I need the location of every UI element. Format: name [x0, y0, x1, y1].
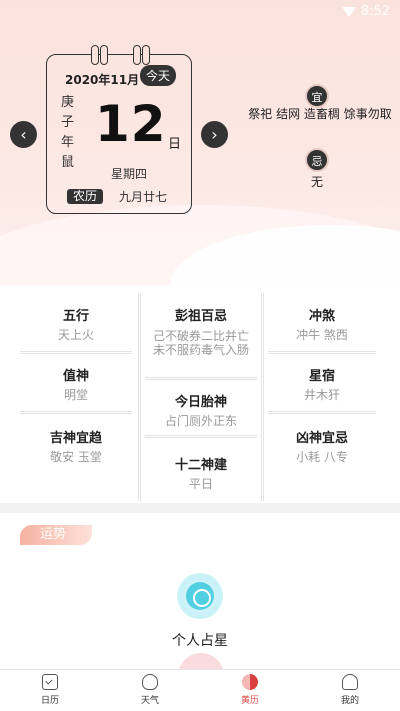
lunar-date: 九月廿七 [119, 190, 168, 204]
nav-tab-weather[interactable]: 天气 [120, 674, 180, 706]
almanac-item-chongsha[interactable]: 冲煞 冲牛 煞西 [268, 305, 376, 342]
ji-badge: 忌 [305, 148, 329, 172]
binder-ring [91, 45, 99, 65]
almanac-item-title: 星宿 [308, 369, 335, 384]
weekday: 星期四 [111, 167, 148, 181]
column-divider [138, 293, 141, 501]
chevron-right-icon: › [211, 125, 218, 144]
nav-tab-label: 黄历 [240, 696, 259, 706]
row-divider [20, 351, 132, 354]
nav-tab-profile[interactable]: 我的 [320, 674, 380, 706]
calendar-icon [42, 674, 58, 690]
almanac-item-xiongshen[interactable]: 凶神宜忌 小耗 八专 [268, 427, 376, 464]
ganzhi-char: 鼠 [61, 155, 75, 170]
almanac-grid: 五行 天上火 彭祖百忌 己不破券二比并亡未不服药毒气入肠 冲煞 冲牛 煞西 值神… [0, 285, 400, 503]
almanac-item-title: 今日胎神 [174, 395, 227, 410]
row-divider [145, 435, 257, 438]
ganzhi-char: 子 [61, 115, 75, 130]
ganzhi-char: 年 [61, 135, 75, 150]
astrology-label[interactable]: 个人占星 [0, 630, 400, 650]
almanac-item-value: 天上火 [57, 328, 94, 342]
almanac-item-value: 敬安 玉堂 [50, 450, 102, 464]
almanac-item-taishen[interactable]: 今日胎神 占门厕外正东 [145, 391, 257, 428]
profile-icon [342, 674, 358, 690]
ganzhi-char: 庚 [61, 95, 75, 110]
prev-day-button[interactable]: ‹ [10, 121, 37, 148]
column-divider [261, 293, 264, 501]
weather-icon [142, 674, 158, 690]
nav-tab-label: 天气 [140, 696, 159, 706]
almanac-item-pengzu[interactable]: 彭祖百忌 己不破券二比并亡未不服药毒气入肠 [150, 305, 252, 357]
yi-badge: 宜 [305, 84, 329, 108]
almanac-item-value: 明堂 [63, 388, 88, 402]
row-divider [145, 377, 257, 380]
almanac-item-title: 吉神宜趋 [49, 431, 102, 446]
almanac-item-value: 平日 [188, 477, 213, 491]
almanac-item-title: 冲煞 [308, 309, 335, 324]
today-button[interactable]: 今天 [140, 65, 177, 86]
date-card[interactable]: 2020年11月 今天 庚 子 年 鼠 12 日 星期四 农历 九月廿七 [46, 45, 192, 214]
almanac-item-value: 冲牛 煞西 [296, 328, 348, 342]
ganzhi-year: 庚 子 年 鼠 [61, 93, 75, 173]
row-divider [268, 411, 376, 414]
almanac-item-value: 井木犴 [303, 388, 340, 402]
almanac-icon [242, 674, 258, 690]
almanac-item-zhishen[interactable]: 值神 明堂 [20, 365, 132, 402]
status-time: 8:52 [360, 4, 390, 19]
calendar-header: 8:52 ‹ › 2020年11月 今天 庚 子 年 鼠 12 日 星期四 农历… [0, 0, 400, 285]
fortune-badge: 运势 [20, 525, 92, 545]
almanac-item-value: 占门厕外正东 [164, 414, 237, 428]
day-number: 12 [95, 95, 167, 153]
next-day-button[interactable]: › [201, 121, 228, 148]
nav-tab-label: 我的 [340, 696, 359, 706]
row-divider [268, 351, 376, 354]
binder-ring [100, 45, 108, 65]
almanac-item-xingxiu[interactable]: 星宿 井木犴 [268, 365, 376, 402]
day-unit: 日 [168, 137, 182, 152]
almanac-item-title: 十二神建 [174, 458, 227, 473]
almanac-item-value: 小耗 八专 [296, 450, 348, 464]
nav-tab-almanac[interactable]: 黄历 [220, 674, 280, 706]
ji-activities: 无 [310, 175, 323, 189]
almanac-item-jishen[interactable]: 吉神宜趋 敬安 玉堂 [20, 427, 132, 464]
almanac-item-title: 值神 [62, 369, 89, 384]
almanac-item-wuxing[interactable]: 五行 天上火 [20, 305, 132, 342]
bottom-nav: 日历 天气 黄历 我的 [0, 669, 400, 711]
almanac-item-title: 五行 [62, 309, 89, 324]
almanac-item-title: 凶神宜忌 [295, 431, 348, 446]
almanac-item-shier[interactable]: 十二神建 平日 [145, 454, 257, 491]
lunar-badge: 农历 [67, 189, 104, 204]
binder-ring [133, 45, 141, 65]
wifi-icon [341, 6, 356, 17]
row-divider [20, 411, 132, 414]
nav-tab-label: 日历 [40, 696, 59, 706]
binder-ring [142, 45, 150, 65]
status-bar: 8:52 [341, 4, 390, 19]
nav-tab-calendar[interactable]: 日历 [20, 674, 80, 706]
year-month: 2020年11月 [65, 73, 140, 87]
almanac-item-title: 彭祖百忌 [174, 309, 227, 324]
yi-activities: 祭祀 结网 造畜稠 馀事勿取 [248, 107, 392, 121]
astrology-icon[interactable] [177, 573, 223, 619]
almanac-item-value: 己不破券二比并亡未不服药毒气入肠 [152, 329, 249, 357]
chevron-left-icon: ‹ [20, 125, 27, 144]
